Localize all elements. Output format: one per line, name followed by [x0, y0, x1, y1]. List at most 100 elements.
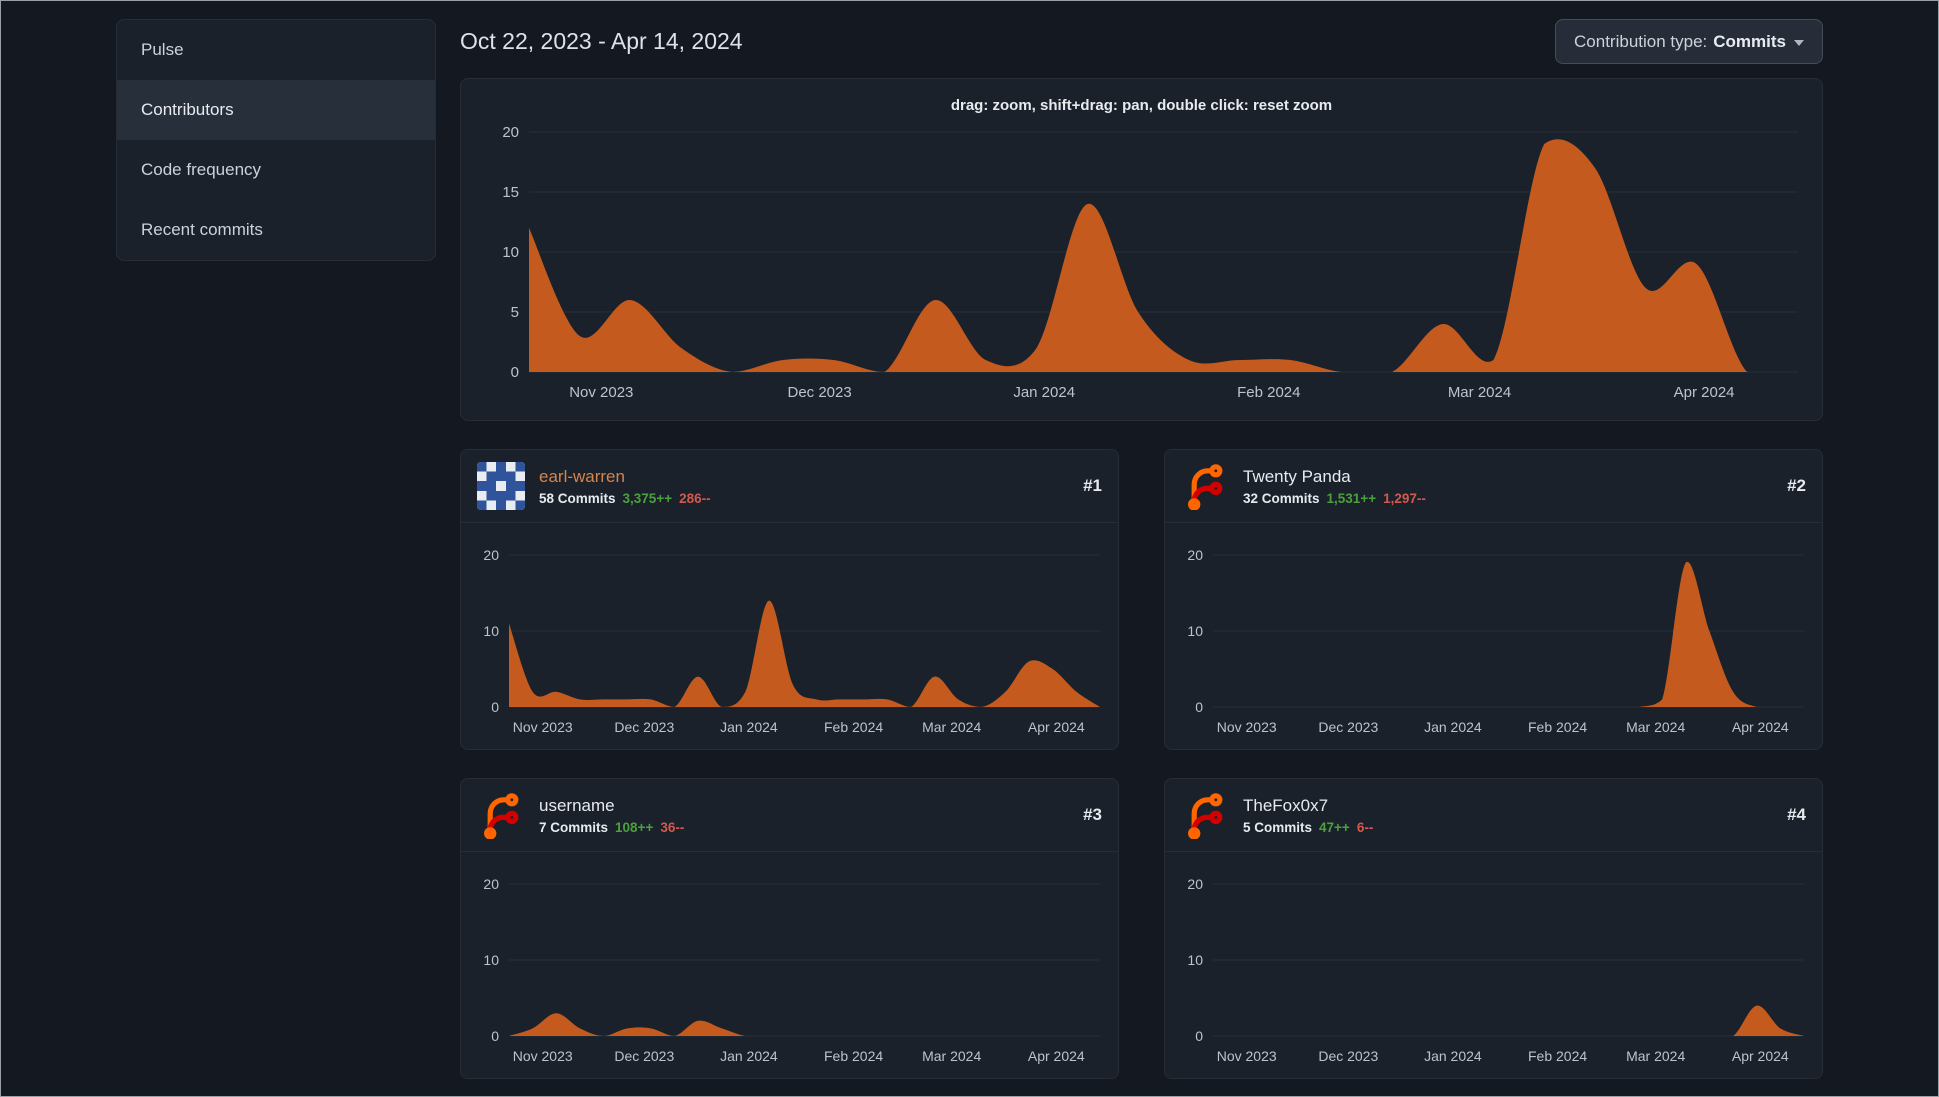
svg-text:Apr 2024: Apr 2024: [1028, 719, 1085, 735]
page-layout: Pulse Contributors Code frequency Recent…: [1, 1, 1938, 1079]
commit-count: 7 Commits: [539, 819, 609, 835]
contributor-info: username 7 Commits 108++ 36--: [539, 796, 684, 835]
svg-text:20: 20: [483, 547, 499, 563]
contributor-stats: 7 Commits 108++ 36--: [539, 820, 684, 835]
contributor-name-link[interactable]: TheFox0x7: [1243, 796, 1373, 816]
deletions-count: 36--: [660, 819, 685, 835]
svg-text:Feb 2024: Feb 2024: [1237, 384, 1300, 401]
svg-text:Dec 2023: Dec 2023: [1318, 719, 1378, 735]
contributor-name-link[interactable]: Twenty Panda: [1243, 467, 1426, 487]
additions-count: 3,375++: [622, 490, 673, 506]
contributor-rank: #3: [1083, 805, 1102, 824]
contributor-card-2: Twenty Panda 32 Commits 1,531++ 1,297-- …: [1164, 449, 1823, 750]
svg-text:20: 20: [1187, 547, 1203, 563]
contributor-stats: 58 Commits 3,375++ 286--: [539, 491, 711, 506]
svg-text:Feb 2024: Feb 2024: [824, 719, 883, 735]
svg-text:Apr 2024: Apr 2024: [1028, 1048, 1085, 1064]
svg-text:10: 10: [483, 623, 499, 639]
main-content: Oct 22, 2023 - Apr 14, 2024 Contribution…: [460, 19, 1823, 1079]
date-range-title: Oct 22, 2023 - Apr 14, 2024: [460, 28, 743, 54]
contribution-type-dropdown[interactable]: Contribution type: Commits: [1555, 19, 1823, 64]
svg-text:0: 0: [491, 1028, 499, 1044]
svg-text:Dec 2023: Dec 2023: [787, 384, 851, 401]
svg-text:Dec 2023: Dec 2023: [1318, 1048, 1378, 1064]
contributor-info: earl-warren 58 Commits 3,375++ 286--: [539, 467, 711, 506]
contributor-chart[interactable]: 0 10 20 Nov 2023 Dec 2023 Jan 2024 Feb 2024 Mar…: [1167, 529, 1814, 741]
chevron-down-icon: [1794, 39, 1804, 46]
svg-text:Jan 2024: Jan 2024: [720, 1048, 778, 1064]
contributor-card-3: username 7 Commits 108++ 36-- #3 0 10 20 No…: [460, 778, 1119, 1079]
total-contributions-card: drag: zoom, shift+drag: pan, double clic…: [460, 78, 1823, 421]
svg-text:15: 15: [502, 184, 519, 201]
commit-count: 5 Commits: [1243, 819, 1313, 835]
svg-text:10: 10: [502, 244, 519, 261]
deletions-count: 1,297--: [1383, 490, 1426, 506]
svg-text:Nov 2023: Nov 2023: [513, 1048, 573, 1064]
svg-text:Jan 2024: Jan 2024: [1424, 719, 1482, 735]
activity-menu: Pulse Contributors Code frequency Recent…: [116, 19, 436, 261]
svg-text:20: 20: [1187, 876, 1203, 892]
svg-text:Nov 2023: Nov 2023: [513, 719, 573, 735]
contribution-type-label: Contribution type:: [1574, 31, 1708, 51]
identicon-avatar[interactable]: [477, 462, 525, 510]
svg-text:Apr 2024: Apr 2024: [1674, 384, 1735, 401]
contributor-info: Twenty Panda 32 Commits 1,531++ 1,297--: [1243, 467, 1426, 506]
contributor-rank: #4: [1787, 805, 1806, 824]
svg-text:20: 20: [483, 876, 499, 892]
sidebar-item-pulse[interactable]: Pulse: [117, 20, 435, 80]
contributor-name-link[interactable]: username: [539, 796, 684, 816]
sidebar-item-code-frequency[interactable]: Code frequency: [117, 140, 435, 200]
total-contributions-chart[interactable]: 0 5 10 15 20 Nov 2023 Dec 2023 Jan 2024 Feb 2024…: [477, 122, 1806, 414]
contributor-stats: 5 Commits 47++ 6--: [1243, 820, 1373, 835]
svg-text:0: 0: [1195, 699, 1203, 715]
deletions-count: 286--: [679, 490, 711, 506]
svg-text:Feb 2024: Feb 2024: [824, 1048, 883, 1064]
contributor-rank: #2: [1787, 476, 1806, 495]
contributor-header: earl-warren 58 Commits 3,375++ 286-- #1: [461, 450, 1118, 523]
svg-text:Feb 2024: Feb 2024: [1528, 1048, 1587, 1064]
svg-text:Apr 2024: Apr 2024: [1732, 719, 1789, 735]
contributor-stats: 32 Commits 1,531++ 1,297--: [1243, 491, 1426, 506]
contributor-chart[interactable]: 0 10 20 Nov 2023 Dec 2023 Jan 2024 Feb 2024 Mar…: [463, 858, 1110, 1070]
contributor-chart[interactable]: 0 10 20 Nov 2023 Dec 2023 Jan 2024 Feb 2024 Mar…: [463, 529, 1110, 741]
sidebar-item-contributors[interactable]: Contributors: [117, 80, 435, 140]
commit-count: 32 Commits: [1243, 490, 1320, 506]
contributor-header: username 7 Commits 108++ 36-- #3: [461, 779, 1118, 852]
contributor-card-4: TheFox0x7 5 Commits 47++ 6-- #4 0 10 20 Nov…: [1164, 778, 1823, 1079]
svg-text:Jan 2024: Jan 2024: [1424, 1048, 1482, 1064]
svg-text:0: 0: [511, 364, 519, 381]
svg-text:10: 10: [1187, 952, 1203, 968]
svg-text:5: 5: [511, 304, 519, 321]
commit-count: 58 Commits: [539, 490, 616, 506]
contributor-header: Twenty Panda 32 Commits 1,531++ 1,297-- …: [1165, 450, 1822, 523]
svg-text:Nov 2023: Nov 2023: [1217, 719, 1277, 735]
forgejo-logo-icon[interactable]: [477, 791, 525, 839]
forgejo-logo-icon[interactable]: [1181, 462, 1229, 510]
svg-text:Mar 2024: Mar 2024: [922, 1048, 981, 1064]
svg-text:Jan 2024: Jan 2024: [720, 719, 778, 735]
contributor-chart[interactable]: 0 10 20 Nov 2023 Dec 2023 Jan 2024 Feb 2024 Mar…: [1167, 858, 1814, 1070]
svg-text:Mar 2024: Mar 2024: [922, 719, 981, 735]
svg-text:Feb 2024: Feb 2024: [1528, 719, 1587, 735]
svg-text:0: 0: [1195, 1028, 1203, 1044]
contributor-rank: #1: [1083, 476, 1102, 495]
contributor-name-link[interactable]: earl-warren: [539, 467, 711, 487]
svg-text:Mar 2024: Mar 2024: [1626, 719, 1685, 735]
svg-text:Dec 2023: Dec 2023: [614, 719, 674, 735]
svg-text:Mar 2024: Mar 2024: [1626, 1048, 1685, 1064]
forgejo-logo-icon[interactable]: [1181, 791, 1229, 839]
activity-sidebar: Pulse Contributors Code frequency Recent…: [116, 19, 436, 1079]
svg-text:10: 10: [483, 952, 499, 968]
svg-text:Jan 2024: Jan 2024: [1013, 384, 1075, 401]
repo-activity-contributors-page: { "colors": { "page_bg": "#141921", "pan…: [0, 0, 1939, 1097]
svg-text:Nov 2023: Nov 2023: [1217, 1048, 1277, 1064]
deletions-count: 6--: [1356, 819, 1374, 835]
svg-text:20: 20: [502, 124, 519, 141]
chart-zoom-hint: drag: zoom, shift+drag: pan, double clic…: [950, 97, 1333, 114]
svg-text:Dec 2023: Dec 2023: [614, 1048, 674, 1064]
main-header: Oct 22, 2023 - Apr 14, 2024 Contribution…: [460, 19, 1823, 64]
svg-text:Mar 2024: Mar 2024: [1448, 384, 1511, 401]
contributor-info: TheFox0x7 5 Commits 47++ 6--: [1243, 796, 1373, 835]
sidebar-item-recent-commits[interactable]: Recent commits: [117, 200, 435, 260]
contributors-grid: earl-warren 58 Commits 3,375++ 286-- #1 …: [460, 449, 1823, 1079]
